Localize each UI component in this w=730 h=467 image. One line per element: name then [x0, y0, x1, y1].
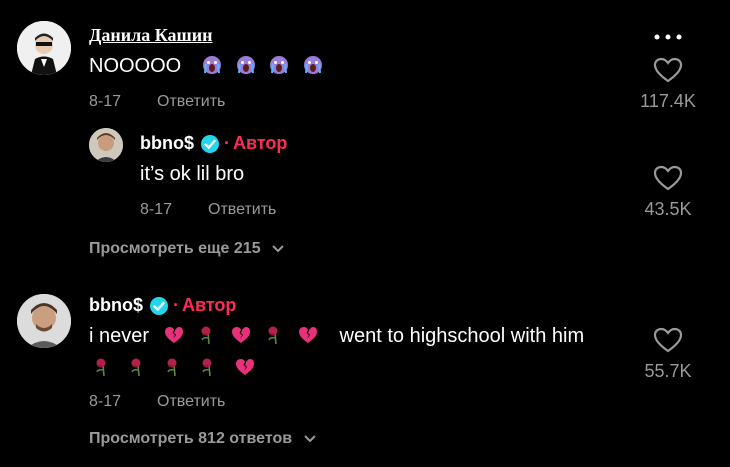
avatar-image-icon: [89, 128, 123, 162]
view-replies-button[interactable]: Просмотреть 812 ответов: [89, 430, 317, 448]
like-count: 43.5K: [644, 199, 692, 219]
comment-author-name[interactable]: bbno$: [89, 295, 143, 316]
broken-heart-emoji-icon: [165, 327, 184, 343]
heart-outline-icon: [653, 57, 683, 83]
wilted-rose-emoji-icon: [131, 358, 141, 377]
verified-badge-icon: [150, 296, 168, 315]
avatar-image-icon: [17, 21, 71, 75]
avatar[interactable]: [89, 128, 123, 162]
reply-button[interactable]: Ответить: [157, 393, 225, 411]
comment-date: 8-17: [89, 93, 122, 110]
like-button[interactable]: [652, 164, 684, 192]
comment-author-row: bbno$ · Автор: [89, 295, 236, 316]
chevron-down-icon: [303, 435, 316, 443]
comment-text: it’s ok lil bro: [140, 163, 245, 185]
broken-heart-emoji-icon: [235, 359, 254, 375]
author-badge: Автор: [182, 295, 237, 315]
wilted-rose-emoji-icon: [268, 326, 278, 345]
wilted-rose-emoji-icon: [167, 358, 177, 377]
more-options-button[interactable]: [651, 30, 685, 44]
view-more-replies-button[interactable]: Просмотреть еще 215: [89, 240, 285, 258]
avatar-image-icon: [17, 294, 71, 348]
badge-separator-dot: ·: [224, 133, 230, 153]
crying-face-emoji-icon: [270, 56, 289, 74]
like-count: 117.4K: [640, 91, 696, 111]
heart-outline-icon: [653, 165, 683, 191]
like-button[interactable]: [652, 326, 684, 354]
heart-outline-icon: [653, 327, 683, 353]
comment-text: i never went to highschool with him: [89, 325, 584, 348]
badge-separator-dot: ·: [173, 295, 179, 315]
comment-text-part: went to highschool with him: [339, 325, 585, 347]
wilted-rose-emoji-icon: [202, 358, 212, 377]
reply-button[interactable]: Ответить: [157, 93, 225, 111]
verified-badge-icon: [201, 134, 219, 153]
like-count: 55.7K: [644, 361, 692, 381]
comment-author-name[interactable]: bbno$: [140, 133, 194, 154]
crying-face-emoji-icon: [203, 56, 222, 74]
comment-text: NOOOOO: [89, 55, 331, 78]
comment-author-name[interactable]: Данила Кашин: [89, 25, 212, 46]
like-button[interactable]: [652, 56, 684, 84]
comment-text-content: NOOOOO: [89, 55, 182, 77]
crying-face-emoji-icon: [304, 56, 323, 74]
chevron-down-icon: [272, 245, 284, 253]
wilted-rose-emoji-icon: [96, 358, 106, 377]
crying-face-emoji-icon: [236, 56, 255, 74]
avatar[interactable]: [17, 21, 71, 75]
comment-text-part: i never: [89, 325, 150, 347]
author-badge: Автор: [233, 133, 288, 153]
comment-date: 8-17: [140, 201, 173, 218]
reply-author-row: bbno$ · Автор: [140, 133, 287, 154]
reply-button[interactable]: Ответить: [208, 201, 276, 219]
view-more-label: Просмотреть еще 215: [89, 240, 261, 257]
more-dots-icon: [654, 34, 682, 40]
comment-emoji-line: [93, 357, 263, 379]
avatar[interactable]: [17, 294, 71, 348]
broken-heart-emoji-icon: [232, 327, 251, 343]
view-more-label: Просмотреть 812 ответов: [89, 430, 293, 447]
broken-heart-emoji-icon: [299, 327, 318, 343]
comment-date: 8-17: [89, 393, 122, 410]
wilted-rose-emoji-icon: [201, 326, 211, 345]
